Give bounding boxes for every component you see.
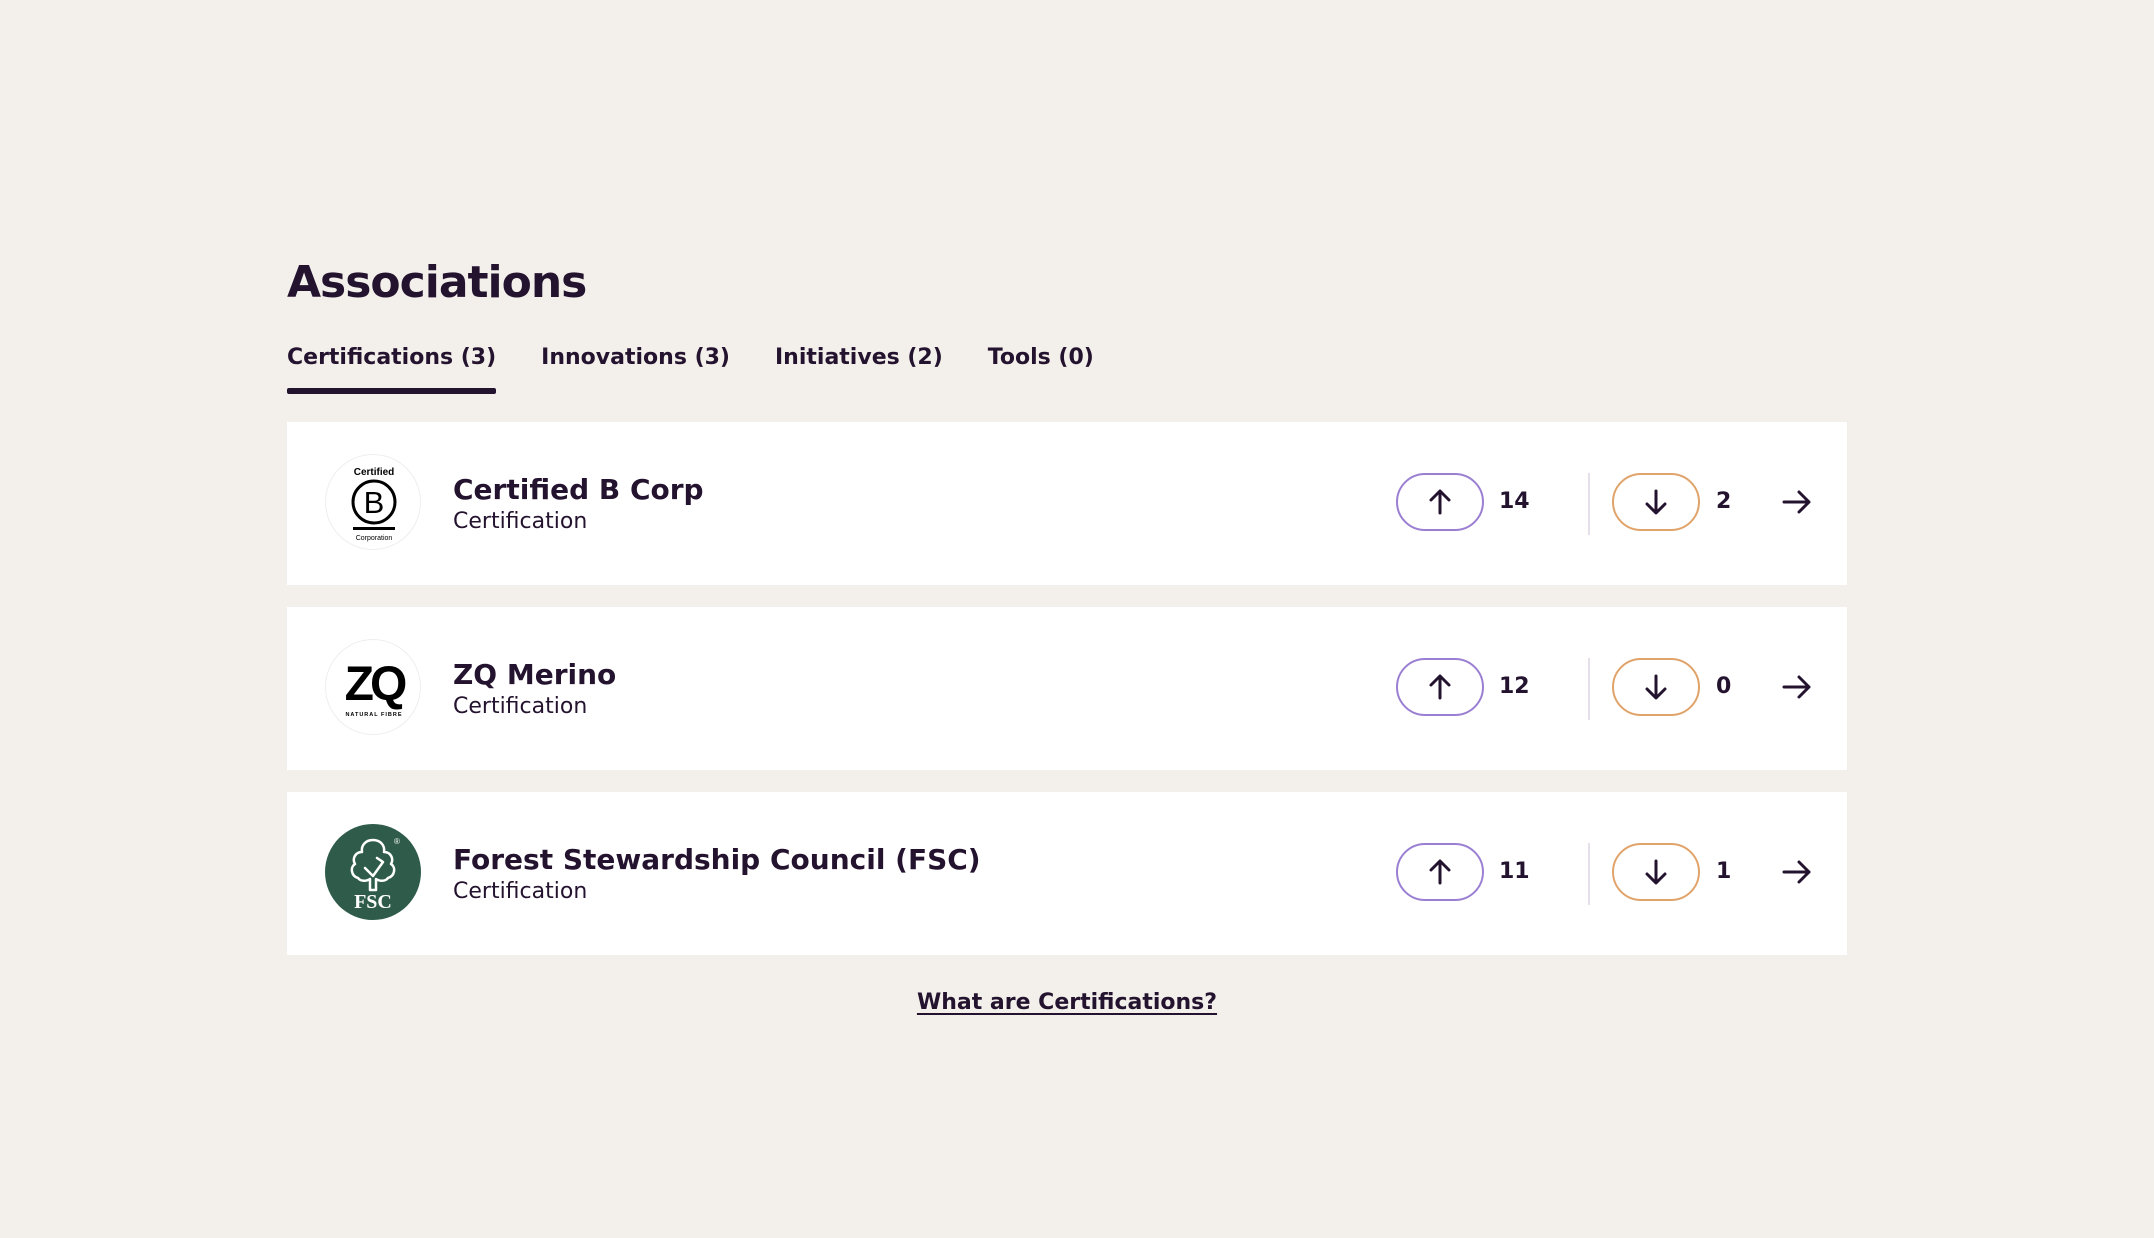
arrow-up-icon [1429, 489, 1451, 515]
registered-mark: ® [394, 837, 400, 846]
tab-tools[interactable]: Tools (0) [988, 338, 1094, 394]
certification-type: Certification [453, 509, 588, 534]
upvote-count: 14 [1499, 489, 1530, 514]
arrow-down-icon [1645, 674, 1667, 700]
arrow-down-icon [1645, 859, 1667, 885]
certification-list: Certified B Corporation Certified B Corp… [287, 422, 1847, 955]
what-are-certifications-link[interactable]: What are Certifications? [917, 990, 1217, 1015]
fsc-letters: FSC [354, 891, 392, 913]
footer-link-container: What are Certifications? [287, 990, 1847, 1015]
downvote-count: 1 [1716, 859, 1732, 884]
arrow-down-icon [1645, 489, 1667, 515]
certification-name: Forest Stewardship Council (FSC) [453, 843, 981, 876]
upvote-button[interactable] [1396, 473, 1484, 531]
arrow-right-icon[interactable] [1780, 670, 1814, 704]
certification-card-fsc[interactable]: FSC ® Forest Stewardship Council (FSC) C… [287, 792, 1847, 955]
upvote-count: 11 [1499, 859, 1530, 884]
certification-info: Forest Stewardship Council (FSC) Certifi… [453, 842, 981, 906]
b-corp-bottom-text: Corporation [356, 535, 393, 542]
certification-type: Certification [453, 879, 588, 904]
downvote-button[interactable] [1612, 658, 1700, 716]
downvote-button[interactable] [1612, 843, 1700, 901]
associations-section: Associations Certifications (3) Innovati… [287, 250, 1847, 1015]
downvote-count: 2 [1716, 489, 1732, 514]
fsc-tree-logo: FSC ® [325, 824, 421, 920]
certification-name: ZQ Merino [453, 658, 617, 691]
section-heading: Associations [287, 257, 587, 308]
downvote-count: 0 [1716, 674, 1732, 699]
tab-initiatives[interactable]: Initiatives (2) [775, 338, 943, 394]
certification-name: Certified B Corp [453, 473, 704, 506]
certification-type: Certification [453, 694, 588, 719]
arrow-up-icon [1429, 859, 1451, 885]
downvote-button[interactable] [1612, 473, 1700, 531]
upvote-button[interactable] [1396, 658, 1484, 716]
zq-logo: ZQ NATURAL FIBRE [325, 639, 421, 735]
vote-divider [1588, 473, 1590, 535]
b-corp-letter: B [364, 485, 385, 520]
tab-innovations[interactable]: Innovations (3) [541, 338, 730, 394]
b-corp-logo: Certified B Corporation [325, 454, 421, 550]
arrow-up-icon [1429, 674, 1451, 700]
zq-letters: ZQ [345, 658, 406, 711]
vote-divider [1588, 658, 1590, 720]
tab-certifications[interactable]: Certifications (3) [287, 338, 497, 394]
arrow-right-icon[interactable] [1780, 485, 1814, 519]
upvote-count: 12 [1499, 674, 1530, 699]
certification-card-zq-merino[interactable]: ZQ NATURAL FIBRE ZQ Merino Certification… [287, 607, 1847, 770]
certification-card-b-corp[interactable]: Certified B Corporation Certified B Corp… [287, 422, 1847, 585]
zq-bottom-text: NATURAL FIBRE [345, 712, 402, 718]
certification-info: Certified B Corp Certification [453, 472, 704, 536]
tab-bar: Certifications (3) Innovations (3) Initi… [287, 338, 1847, 402]
arrow-right-icon[interactable] [1780, 855, 1814, 889]
b-corp-top-text: Certified [354, 467, 395, 478]
certification-info: ZQ Merino Certification [453, 657, 616, 721]
vote-divider [1588, 843, 1590, 905]
upvote-button[interactable] [1396, 843, 1484, 901]
